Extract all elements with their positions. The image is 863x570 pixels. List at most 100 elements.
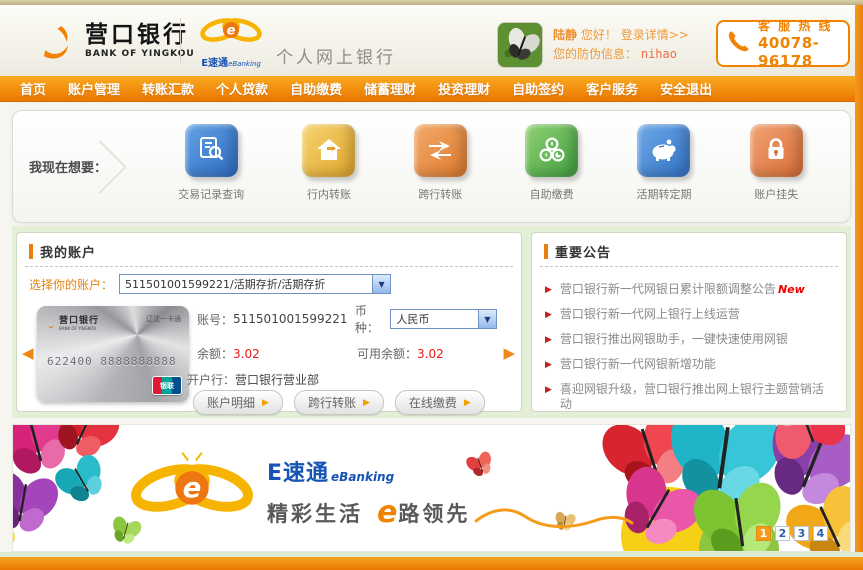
next-account-arrow[interactable]: ▶: [503, 346, 515, 361]
announcement-link[interactable]: ▶ 喜迎网银升级，营口银行推出网上银行主题营销活动: [545, 382, 833, 412]
nav-item-secure-logout[interactable]: 安全退出: [660, 79, 712, 98]
card-bank-name: 营口银行: [59, 317, 99, 326]
bullet-icon: ▶: [545, 357, 552, 373]
greeting-hello: 您好！: [581, 28, 617, 42]
button-label: 账户明细: [207, 394, 255, 411]
announcement-text: 喜迎网银升级，营口银行推出网上银行主题营销活动: [560, 382, 833, 412]
nav-item-investment[interactable]: 投资理财: [438, 79, 490, 98]
quick-item-label: 跨行转账: [418, 186, 462, 202]
header: 营口银行 BANK OF YINGKOU e E速通eBanking 个人网上银…: [0, 5, 855, 76]
bank-name: 营口银行: [85, 23, 195, 48]
quick-item-report-loss[interactable]: 账户挂失: [750, 124, 803, 202]
button-label: 跨行转账: [308, 394, 356, 411]
nav-item-self-payment[interactable]: 自助缴费: [290, 79, 342, 98]
bullet-icon: ▶: [545, 282, 552, 298]
banner-texts: E速通 eBanking 精彩生活 e 路领先: [267, 455, 634, 531]
chevron-down-icon[interactable]: ▼: [372, 275, 390, 293]
announcement-link[interactable]: ▶ 营口银行新一代网银新增功能: [545, 357, 833, 373]
piggy-bank-icon: [637, 124, 690, 177]
banner-pagination: 1 2 3 4: [756, 526, 828, 541]
quick-item-label: 行内转账: [307, 186, 351, 202]
nav-item-savings[interactable]: 储蓄理财: [364, 79, 416, 98]
nav-item-personal-loan[interactable]: 个人贷款: [216, 79, 268, 98]
quick-item-demand-to-fixed[interactable]: 活期转定期: [636, 124, 691, 202]
announcement-text: 营口银行新一代网上银行上线运营: [560, 307, 740, 322]
quick-access-items: 交易记录查询 行内转账 跨行转账: [125, 111, 850, 222]
nav-item-self-signup[interactable]: 自助签约: [512, 79, 564, 98]
account-lock-icon: [750, 124, 803, 177]
swoosh-line-icon: [474, 505, 634, 531]
top-edge-strip: [0, 0, 863, 5]
balance-field: 余额： 3.02: [197, 345, 357, 362]
interbank-transfer-button[interactable]: 跨行转账 ▶: [294, 390, 384, 415]
announcement-link[interactable]: ▶ 营口银行推出网银助手，一键快速使用网银: [545, 332, 833, 348]
quick-item-interbank-transfer[interactable]: 跨行转账: [414, 124, 467, 202]
announcement-text: 营口银行新一代网银日累计限额调整公告New: [560, 282, 805, 297]
quick-access-label: 我现在想要：: [13, 111, 125, 222]
account-detail-button[interactable]: 账户明细 ▶: [193, 390, 283, 415]
arrow-right-icon: ▶: [464, 398, 471, 408]
my-account-title: 我的账户: [40, 242, 96, 261]
page-button-4[interactable]: 4: [813, 526, 828, 541]
esutong-name: E速通: [201, 58, 228, 69]
quick-item-label: 账户挂失: [754, 186, 798, 202]
nav-item-transfer[interactable]: 转账汇款: [142, 79, 194, 98]
bullet-icon: ▶: [545, 332, 552, 348]
banner-slogan-2: 路领先: [398, 498, 470, 528]
my-account-panel: 我的账户 选择你的账户： 511501001599221/活期存折/活期存折 ▼…: [16, 232, 522, 412]
quick-item-transaction-query[interactable]: 交易记录查询: [178, 124, 244, 202]
quick-item-label: 活期转定期: [636, 186, 691, 202]
page-button-3[interactable]: 3: [794, 526, 809, 541]
hotline-number: 40078-96178: [758, 34, 841, 70]
portal-title: 个人网上银行: [276, 43, 396, 68]
transaction-search-icon: [185, 124, 238, 177]
bank-name-en: BANK OF YINGKOU: [85, 49, 195, 59]
page-button-1[interactable]: 1: [756, 526, 771, 541]
svg-text:e: e: [183, 472, 202, 504]
online-payment-button[interactable]: 在线缴费 ▶: [395, 390, 485, 415]
page-button-2[interactable]: 2: [775, 526, 790, 541]
banner-esutong-logo-icon: e: [131, 449, 253, 527]
intrabank-transfer-icon: [302, 124, 355, 177]
button-label: 在线缴费: [409, 394, 457, 411]
security-info-label: 您的防伪信息：: [553, 47, 637, 61]
quick-item-self-payment[interactable]: 自助缴费: [525, 124, 578, 202]
personal-ebanking-page: 营口银行 BANK OF YINGKOU e E速通eBanking 个人网上银…: [0, 0, 863, 570]
nav-item-home[interactable]: 首页: [20, 79, 46, 98]
announcement-link[interactable]: ▶ 营口银行新一代网上银行上线运营: [545, 307, 833, 323]
card-bank-name-en: BANK OF YINGKOU: [59, 326, 99, 331]
arrow-right-icon: ▶: [262, 398, 269, 408]
promo-banner[interactable]: e E速通 eBanking 精彩生活 e 路领先 1 2 3 4: [12, 424, 851, 552]
login-detail-link[interactable]: 登录详情>>: [621, 28, 689, 42]
announcement-link[interactable]: ▶ 营口银行新一代网银日累计限额调整公告New: [545, 282, 833, 298]
balance-value: 3.02: [233, 347, 260, 361]
title-accent-bar: [29, 244, 33, 259]
nav-item-account-mgmt[interactable]: 账户管理: [68, 79, 120, 98]
hotline-box: 客 服 热 线 40078-96178: [716, 20, 850, 67]
card-bank-swoosh-icon: [45, 314, 56, 333]
quick-access-panel: 我现在想要： 交易记录查询: [12, 110, 851, 223]
currency-select[interactable]: 人民币 ▼: [390, 309, 497, 329]
hotline-label: 客 服 热 线: [758, 17, 841, 34]
greeting-area: 陆静 您好！ 登录详情>> 您的防伪信息： nihao: [497, 22, 689, 68]
chevron-down-icon[interactable]: ▼: [478, 310, 496, 328]
quick-item-intrabank-transfer[interactable]: 行内转账: [302, 124, 355, 202]
account-select-label: 选择你的账户：: [29, 276, 113, 293]
nav-item-customer-service[interactable]: 客户服务: [586, 79, 638, 98]
announcements-panel: 重要公告 ▶ 营口银行新一代网银日累计限额调整公告New ▶ 营口银行新一代网上…: [531, 232, 847, 412]
main-nav: 首页 账户管理 转账汇款 个人贷款 自助缴费 储蓄理财 投资理财 自助签约 客户…: [0, 76, 855, 102]
branch-label: 开户行：: [187, 371, 235, 388]
bottom-edge-strip: [0, 557, 863, 570]
header-divider: [180, 18, 181, 63]
account-select[interactable]: 511501001599221/活期存折/活期存折 ▼: [119, 274, 391, 294]
prev-account-arrow[interactable]: ◀: [22, 346, 34, 361]
banner-slogan-1: 精彩生活: [267, 498, 363, 528]
arrow-right-icon: ▶: [363, 398, 370, 408]
account-select-value: 511501001599221/活期存折/活期存折: [125, 276, 325, 292]
esutong-bow-icon: e: [200, 32, 262, 51]
security-avatar: [497, 22, 543, 68]
content-section: 我的账户 选择你的账户： 511501001599221/活期存折/活期存折 ▼…: [12, 226, 851, 418]
currency-label: 币种：: [355, 302, 391, 336]
esutong-caption: E速通eBanking: [196, 51, 266, 70]
banner-title: E速通: [267, 455, 329, 487]
